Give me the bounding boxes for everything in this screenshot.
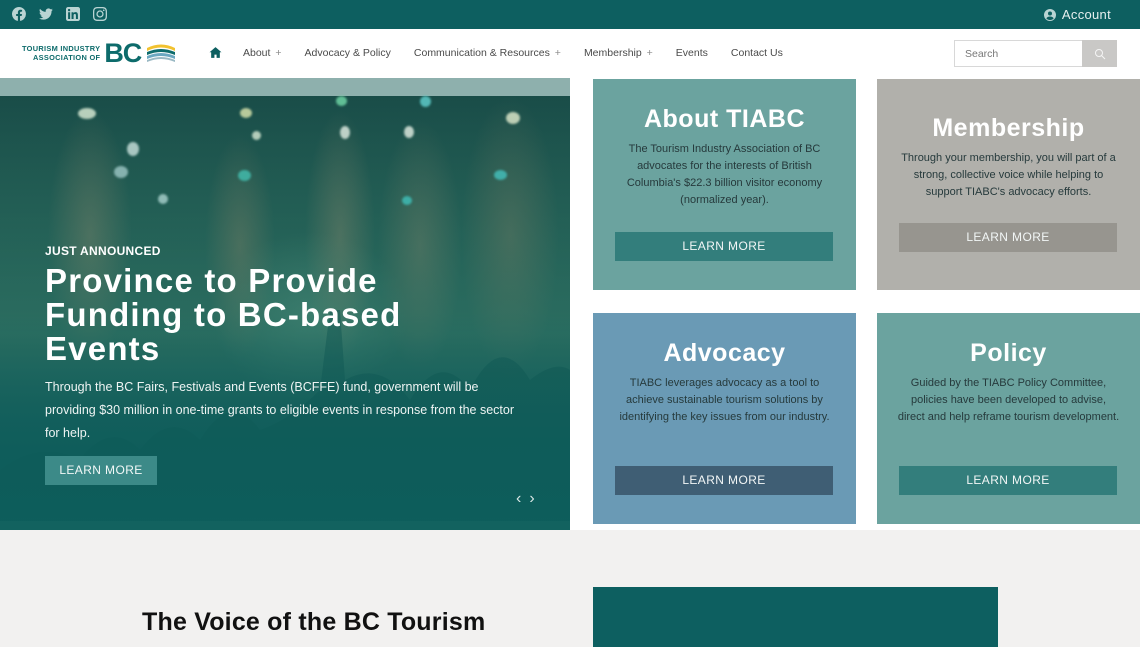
hero-eyebrow: JUST ANNOUNCED	[45, 244, 161, 258]
card-learn-more-button[interactable]: LEARN MORE	[615, 232, 833, 261]
nav-item-membership[interactable]: Membership +	[584, 47, 653, 59]
hero-slider: JUST ANNOUNCED Province to Provide Fundi…	[0, 78, 570, 530]
nav-label: Advocacy & Policy	[304, 46, 391, 59]
account-link[interactable]: Account	[1043, 7, 1111, 22]
search-button[interactable]	[1082, 40, 1117, 67]
nav-label: Contact Us	[730, 46, 783, 59]
top-bar: Account	[0, 0, 1140, 29]
nav-label: Membership	[583, 46, 642, 59]
nav-label: About	[243, 46, 271, 59]
chevron-right-icon[interactable]: ›	[529, 491, 534, 507]
plus-icon: +	[643, 46, 653, 59]
card-membership: Membership Through your membership, you …	[877, 79, 1140, 290]
nav-item-events[interactable]: Events	[676, 47, 708, 59]
card-title: About TIABC	[643, 105, 806, 133]
card-advocacy: Advocacy TIABC leverages advocacy as a t…	[593, 313, 856, 524]
nav-item-contact-us[interactable]: Contact Us	[731, 47, 783, 59]
logo-waves-icon	[147, 44, 176, 62]
slider-controls: ‹ ›	[516, 491, 535, 507]
hero-top-strip	[0, 78, 570, 96]
card-title: Advocacy	[663, 339, 786, 367]
social-links	[12, 7, 107, 21]
logo-line-1: TOURISM INDUSTRY	[22, 44, 101, 53]
user-circle-icon	[1043, 8, 1056, 21]
search-input[interactable]	[954, 40, 1082, 67]
hero-title: Province to Provide Funding to BC-based …	[45, 262, 402, 367]
instagram-icon[interactable]	[93, 7, 107, 21]
hero-content: JUST ANNOUNCED Province to Provide Fundi…	[45, 244, 525, 485]
plus-icon: +	[551, 46, 561, 59]
card-title: Policy	[970, 339, 1047, 367]
teal-feature-block	[593, 587, 998, 647]
chevron-left-icon[interactable]: ‹	[516, 491, 521, 507]
search-form	[954, 40, 1117, 67]
hero-learn-more-button[interactable]: LEARN MORE	[45, 456, 157, 485]
card-learn-more-button[interactable]: LEARN MORE	[899, 466, 1117, 495]
card-about-tiabc: About TIABC The Tourism Industry Associa…	[593, 79, 856, 290]
logo-bc-mark: BC	[104, 38, 142, 68]
logo-wordmark: TOURISM INDUSTRY ASSOCIATION OF	[22, 44, 100, 62]
card-text: Through your membership, you will part o…	[901, 152, 1116, 198]
account-label: Account	[1061, 7, 1111, 22]
logo-line-2: ASSOCIATION OF	[33, 53, 101, 62]
main-nav: About + Advocacy & Policy Communication …	[209, 46, 806, 59]
card-learn-more-button[interactable]: LEARN MORE	[615, 466, 833, 495]
facebook-icon[interactable]	[12, 7, 26, 21]
nav-item-advocacy-policy[interactable]: Advocacy & Policy	[305, 47, 391, 59]
search-icon	[1094, 48, 1105, 59]
nav-item-about[interactable]: About +	[243, 47, 282, 59]
plus-icon: +	[272, 46, 282, 59]
section-heading: The Voice of the BC Tourism	[142, 608, 486, 636]
nav-label: Communication & Resources	[413, 46, 550, 59]
card-text: The Tourism Industry Association of BC a…	[626, 143, 823, 206]
card-text: Guided by the TIABC Policy Committee, po…	[897, 377, 1120, 423]
home-icon[interactable]	[209, 46, 222, 59]
card-title: Membership	[932, 114, 1085, 142]
nav-item-communication-resources[interactable]: Communication & Resources +	[414, 47, 561, 59]
hero-bottom-strip	[0, 521, 570, 530]
twitter-icon[interactable]	[39, 7, 53, 21]
card-learn-more-button[interactable]: LEARN MORE	[899, 223, 1117, 252]
tiabc-logo[interactable]: TOURISM INDUSTRY ASSOCIATION OF BC	[22, 38, 177, 68]
site-header: TOURISM INDUSTRY ASSOCIATION OF BC About…	[0, 29, 1140, 78]
nav-label: Events	[675, 46, 708, 59]
card-policy: Policy Guided by the TIABC Policy Commit…	[877, 313, 1140, 524]
card-text: TIABC leverages advocacy as a tool to ac…	[619, 377, 830, 423]
linkedin-icon[interactable]	[66, 7, 80, 21]
hero-description: Through the BC Fairs, Festivals and Even…	[45, 380, 514, 440]
